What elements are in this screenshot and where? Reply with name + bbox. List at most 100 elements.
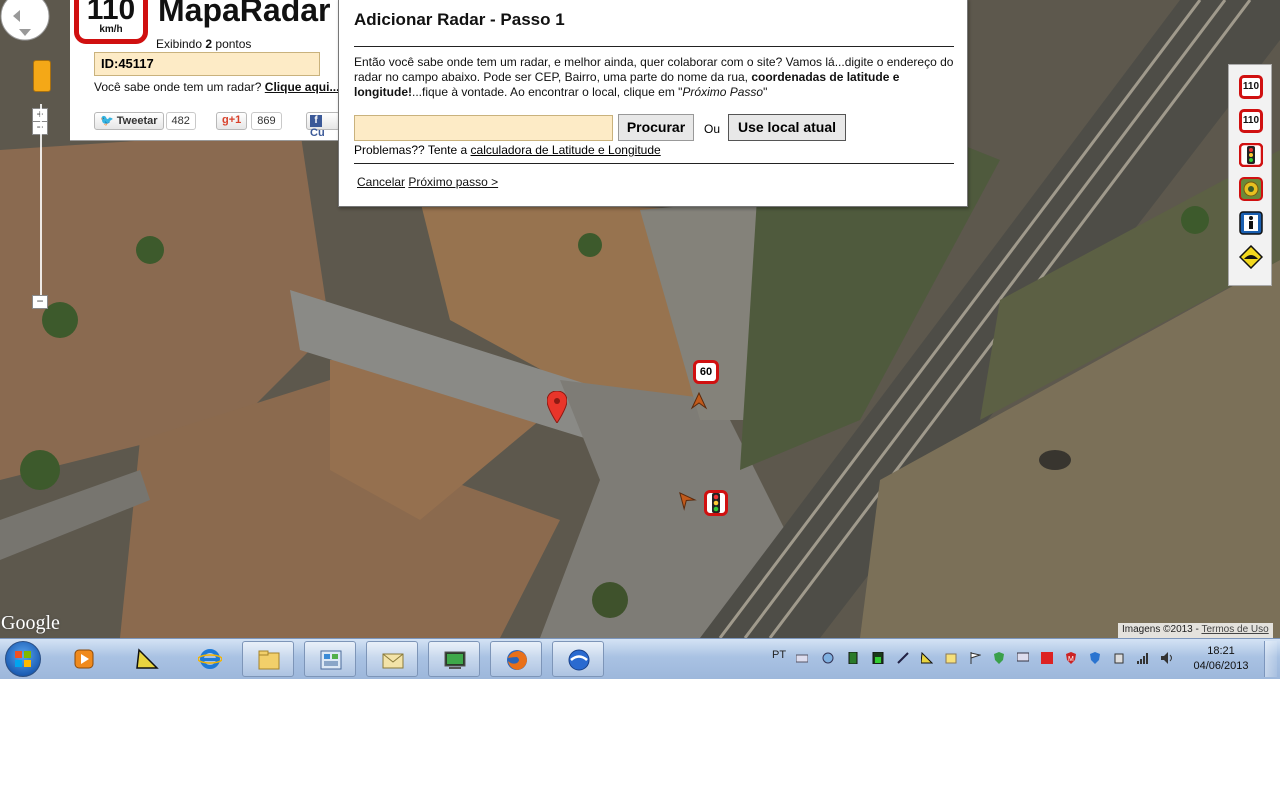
location-pin-icon[interactable] [547, 391, 567, 423]
speed-radar-110-icon[interactable]: 110 [1239, 75, 1263, 99]
dialog-actions: Cancelar Próximo passo > [357, 175, 498, 189]
zoom-slider[interactable] [40, 104, 42, 304]
problems-text: Problemas?? Tente a calculadora de Latit… [354, 143, 661, 157]
instructions-part-2: ...fique à vontade. Ao encontrar o local… [411, 85, 683, 99]
instructions-italic: Próximo Passo [682, 85, 764, 99]
defender-shield-icon[interactable] [1089, 652, 1101, 664]
gplus-g-icon: g [222, 114, 229, 126]
pdf-reader-icon[interactable] [1041, 652, 1053, 664]
gplus-button[interactable]: g+1 [216, 112, 248, 130]
volume-icon[interactable] [1161, 652, 1173, 664]
wifi-signal-icon[interactable] [1137, 652, 1149, 664]
speed-radar-110-label: 110 [1242, 81, 1260, 92]
taskbar-media-player[interactable] [58, 641, 110, 677]
imagery-text: Imagens ©2013 - [1122, 624, 1202, 635]
facebook-button[interactable]: fCu [306, 112, 340, 139]
clock-date: 04/06/2013 [1193, 660, 1249, 672]
internet-explorer-icon [198, 649, 222, 669]
pen-tool-icon[interactable] [897, 652, 909, 664]
or-label: Ou [704, 122, 721, 136]
windows-logo-icon [15, 651, 31, 667]
cpu-meter-icon[interactable] [872, 652, 884, 664]
taskbar-terminal-app[interactable] [428, 641, 480, 677]
pan-control[interactable] [0, 0, 50, 46]
points-prefix: Exibindo [156, 37, 206, 51]
display-icon[interactable] [1017, 652, 1029, 664]
know-radar-question: Você sabe onde tem um radar? [94, 80, 265, 94]
terminal-icon [444, 651, 466, 669]
geometry-tray-icon[interactable] [921, 652, 933, 664]
speed-limit-unit: km/h [99, 24, 123, 35]
speed-radar-marker-label: 60 [699, 366, 713, 378]
zoom-out-button[interactable]: − [32, 295, 48, 309]
media-player-icon [74, 649, 94, 669]
control-panel-icon [320, 650, 342, 670]
twitter-bird-icon: 🐦 [100, 115, 114, 127]
points-suffix: pontos [212, 37, 252, 51]
system-clock[interactable]: 18:21 04/06/2013 [1190, 644, 1252, 674]
start-button[interactable] [5, 641, 41, 677]
tweet-button[interactable]: 🐦 Tweetar [94, 112, 164, 130]
network-globe-icon[interactable] [822, 652, 834, 664]
id-field[interactable]: ID:45117 [94, 52, 320, 76]
gplus-label: +1 [228, 114, 242, 126]
mail-icon [382, 653, 404, 669]
taskbar-google-earth[interactable] [552, 641, 604, 677]
imagery-attribution: Imagens ©2013 - Termos de Uso [1118, 623, 1273, 638]
language-indicator[interactable]: PT [772, 649, 786, 661]
instructions-part-3: " [763, 85, 768, 99]
gplus-widget[interactable]: g+1 869 [216, 112, 282, 130]
taskbar-internet-explorer[interactable] [184, 641, 236, 677]
tweet-label: Tweetar [116, 115, 158, 127]
speed-radar-marker[interactable]: 60 [693, 360, 719, 384]
facebook-widget[interactable]: fCu [306, 112, 340, 139]
battery-meter-icon[interactable] [847, 652, 859, 664]
tweet-widget[interactable]: 🐦 Tweetar 482 [94, 112, 196, 130]
tweet-count: 482 [165, 112, 196, 130]
taskbar-mail-app[interactable] [366, 641, 418, 677]
cancel-link[interactable]: Cancelar [357, 175, 405, 189]
traffic-light-icon[interactable] [1239, 143, 1263, 167]
google-earth-icon [568, 649, 590, 671]
next-step-link[interactable]: Próximo passo > [408, 175, 498, 189]
street-view-pegman-icon[interactable] [33, 60, 51, 92]
direction-arrow-icon [690, 392, 708, 410]
security-shield-icon[interactable] [993, 652, 1005, 664]
windows-taskbar: PT M 18:21 04/06/2013 [0, 638, 1280, 679]
show-desktop-button[interactable] [1264, 641, 1277, 677]
speed-limit-value: 110 [86, 0, 136, 26]
site-title: MapaRadar [158, 0, 331, 28]
search-button[interactable]: Procurar [618, 114, 694, 141]
speed-radar-110-alt-icon[interactable]: 110 [1239, 109, 1263, 133]
address-input[interactable] [354, 115, 613, 141]
gplus-count: 869 [251, 112, 282, 130]
dialog-instructions: Então você sabe onde tem um radar, e mel… [354, 55, 956, 100]
power-plug-icon[interactable] [1113, 652, 1125, 664]
add-radar-dialog: Adicionar Radar - Passo 1 Então você sab… [338, 0, 968, 207]
problems-prefix: Problemas?? Tente a [354, 143, 471, 157]
lat-long-calculator-link[interactable]: calculadora de Latitude e Longitude [471, 143, 661, 157]
taskbar-file-explorer[interactable] [242, 641, 294, 677]
speed-limit-logo: 110 km/h [74, 0, 148, 44]
dialog-title: Adicionar Radar - Passo 1 [354, 10, 565, 29]
google-logo: Google [1, 612, 60, 634]
antivirus-shield-icon[interactable]: M [1065, 652, 1077, 664]
traffic-light-marker[interactable] [704, 490, 728, 516]
action-center-flag-icon[interactable] [969, 652, 981, 664]
pedestrian-icon[interactable] [1239, 211, 1263, 235]
speed-bump-icon[interactable] [1239, 245, 1263, 269]
facebook-label: Cu [310, 127, 325, 139]
use-current-location-button[interactable]: Use local atual [728, 114, 846, 141]
keyboard-icon[interactable] [796, 652, 808, 664]
terms-link[interactable]: Termos de Uso [1201, 624, 1268, 635]
taskbar-control-panel[interactable] [304, 641, 356, 677]
speed-radar-110-alt-label: 110 [1242, 115, 1260, 126]
notes-icon[interactable] [945, 652, 957, 664]
click-here-link[interactable]: Clique aqui... [265, 80, 340, 94]
facebook-icon: f [310, 115, 322, 127]
radar-type-toolbar: 110 110 [1228, 64, 1272, 286]
taskbar-geometry-app[interactable] [121, 641, 173, 677]
traffic-light-icon [712, 493, 720, 513]
taskbar-firefox[interactable] [490, 641, 542, 677]
police-badge-icon[interactable] [1239, 177, 1263, 201]
